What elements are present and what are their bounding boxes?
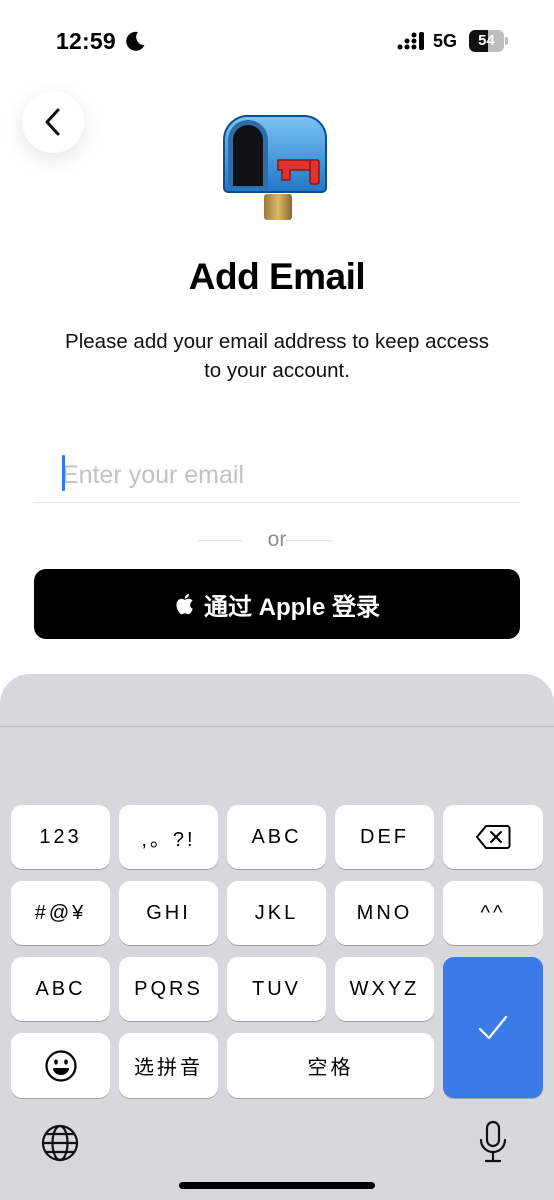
keyboard: 123 ,。?! ABC DEF #@¥ GHI JKL MNO ^^ ABC … (0, 674, 554, 1200)
microphone-icon[interactable] (478, 1120, 508, 1164)
moon-icon (126, 31, 145, 51)
key-abc-switch[interactable]: ABC (11, 957, 110, 1021)
battery-level: 54 (478, 32, 495, 49)
globe-icon[interactable] (40, 1123, 80, 1163)
back-button[interactable] (22, 91, 84, 153)
chevron-left-icon (45, 108, 60, 136)
status-time: 12:59 (56, 28, 116, 54)
key-punctuation[interactable]: ,。?! (119, 805, 218, 869)
keyboard-candidate-separator (0, 726, 554, 727)
emoji-key[interactable] (11, 1033, 110, 1098)
key-123[interactable]: 123 (11, 805, 110, 869)
key-pinyin-select[interactable]: 选拼音 (119, 1033, 218, 1098)
mailbox-icon (222, 114, 327, 220)
apple-signin-label: 通过 Apple 登录 (203, 593, 380, 621)
page-subtitle: Please add your email address to keep ac… (65, 330, 489, 382)
key-mno-6[interactable]: MNO (335, 881, 434, 945)
delete-key[interactable] (443, 805, 543, 869)
key-emoticon[interactable]: ^^ (443, 881, 543, 945)
divider-line-right (286, 540, 332, 541)
signal-icon (397, 32, 424, 50)
key-abc-2[interactable]: ABC (227, 805, 326, 869)
key-def-3[interactable]: DEF (335, 805, 434, 869)
key-jkl-5[interactable]: JKL (227, 881, 326, 945)
checkmark-icon (478, 1015, 508, 1039)
emoji-icon (44, 1049, 77, 1082)
space-key[interactable]: 空格 (227, 1033, 434, 1098)
home-indicator (179, 1182, 375, 1189)
battery-icon: 54 (469, 30, 509, 52)
backspace-icon (476, 825, 511, 849)
apple-logo-icon (176, 593, 193, 615)
done-key[interactable] (443, 957, 543, 1098)
key-wxyz-9[interactable]: WXYZ (335, 957, 434, 1021)
key-tuv-8[interactable]: TUV (227, 957, 326, 1021)
text-caret (62, 455, 65, 491)
email-input[interactable] (34, 449, 520, 503)
key-pqrs-7[interactable]: PQRS (119, 957, 218, 1021)
network-type: 5G (433, 31, 458, 51)
divider-or-text: or (267, 528, 287, 551)
apple-signin-button[interactable]: 通过 Apple 登录 (34, 569, 520, 639)
key-symbols[interactable]: #@¥ (11, 881, 110, 945)
key-ghi-4[interactable]: GHI (119, 881, 218, 945)
page-title: Add Email (188, 256, 366, 297)
